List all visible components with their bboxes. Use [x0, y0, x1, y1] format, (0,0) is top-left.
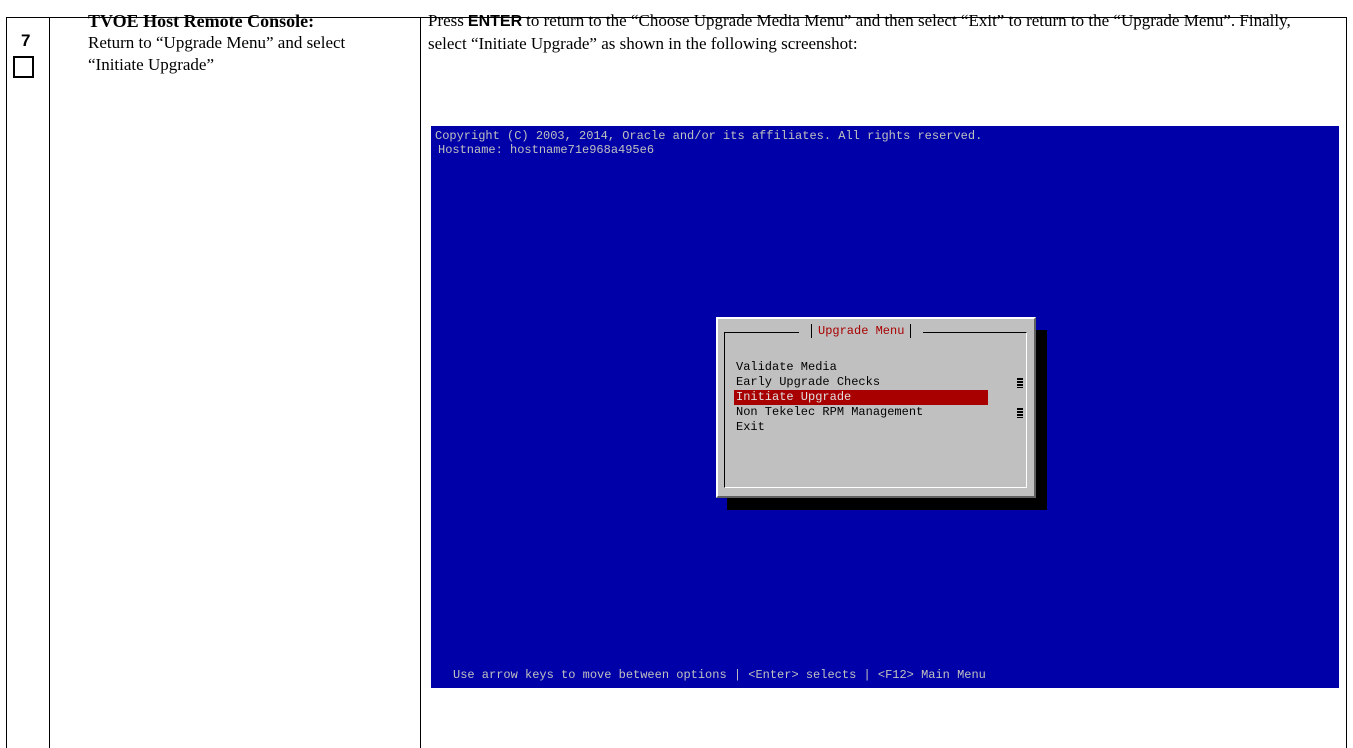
menu-title: Upgrade Menu: [818, 324, 905, 338]
console-copyright: Copyright (C) 2003, 2014, Oracle and/or …: [435, 129, 983, 143]
description-text: Return to “Upgrade Menu” and select “Ini…: [88, 33, 346, 74]
scroll-indicator-icon: [1017, 378, 1023, 388]
menu-item-non-tekelec-rpm-management[interactable]: Non Tekelec RPM Management: [734, 405, 988, 420]
console-hostname: Hostname: hostname71e968a495e6: [438, 143, 655, 157]
instruction-cell: Press ENTER to return to the “Choose Upgra…: [428, 10, 1328, 55]
menu-title-bar: Upgrade Menu: [799, 323, 924, 339]
description-title: TVOE Host Remote Console:: [88, 11, 315, 31]
instruction-prefix: Press: [428, 11, 464, 30]
menu-item-validate-media[interactable]: Validate Media: [734, 360, 988, 375]
enter-key-label: ENTER: [467, 13, 523, 30]
menu-item-early-upgrade-checks[interactable]: Early Upgrade Checks: [734, 375, 988, 390]
menu-item-initiate-upgrade[interactable]: Initiate Upgrade: [734, 390, 988, 405]
scroll-indicator-icon: [1017, 408, 1023, 418]
console-screenshot: Copyright (C) 2003, 2014, Oracle and/or …: [431, 126, 1339, 688]
menu-items: Validate Media Early Upgrade Checks Init…: [734, 360, 1023, 435]
column-divider: [420, 18, 421, 748]
menu-item-exit[interactable]: Exit: [734, 420, 988, 435]
step-number: 7: [21, 31, 31, 50]
console-status-line: Use arrow keys to move between options |…: [453, 668, 986, 682]
description-cell: TVOE Host Remote Console: Return to “Upg…: [88, 10, 388, 76]
upgrade-menu-dialog: Upgrade Menu Validate Media Early Upgrad…: [716, 317, 1036, 498]
instruction-text: Press ENTER to return to the “Choose Upgra…: [428, 10, 1328, 55]
instruction-suffix: to return to the “Choose Upgrade Media M…: [428, 11, 1291, 53]
step-checkbox[interactable]: [13, 56, 34, 78]
step-cell: 7: [7, 18, 65, 748]
